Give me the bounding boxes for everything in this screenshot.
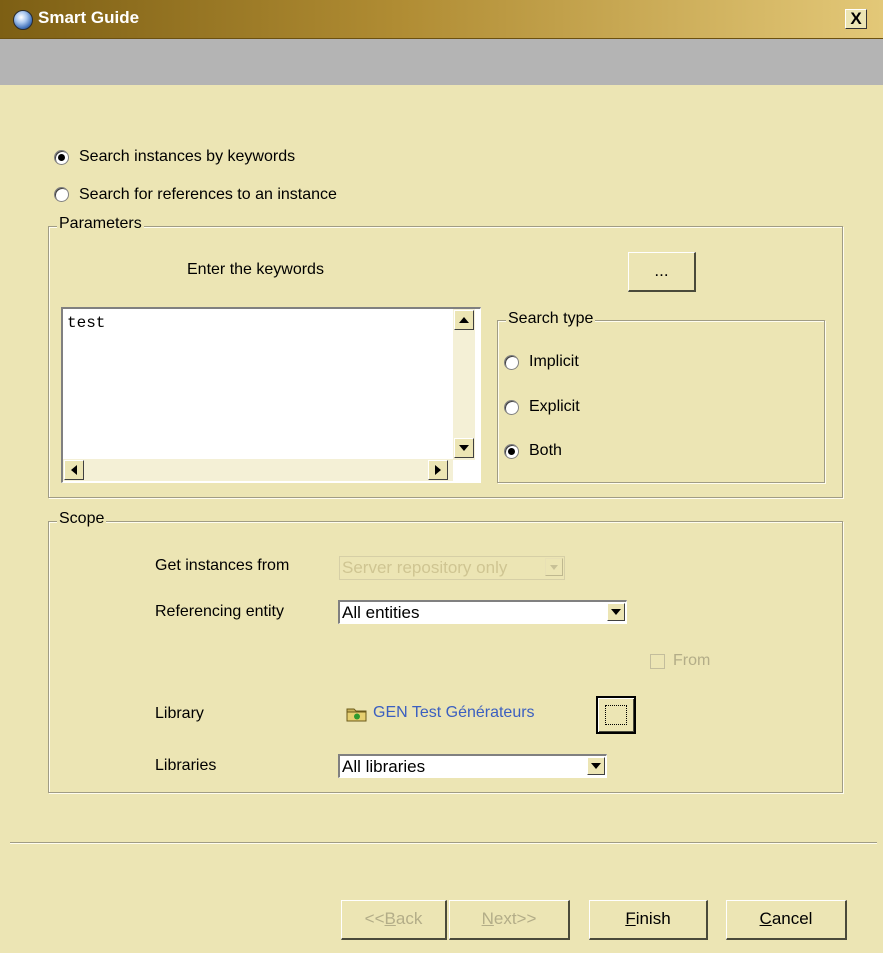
keywords-browse-button[interactable]: ... [628, 252, 696, 292]
get-instances-combo: Server repository only [339, 556, 565, 580]
combo-arrow-icon [545, 558, 563, 576]
scroll-down-button[interactable] [454, 438, 474, 458]
get-instances-label: Get instances from [155, 557, 290, 574]
radio-implicit[interactable] [504, 355, 519, 370]
library-link[interactable]: GEN Test Générateurs [373, 704, 535, 722]
next-rest: ext>> [493, 909, 537, 928]
radio-search-references[interactable] [54, 187, 69, 202]
finish-rest: inish [635, 909, 671, 928]
referencing-entity-combo[interactable]: All entities [338, 600, 627, 624]
arrow-down-icon [459, 445, 469, 451]
get-instances-value: Server repository only [342, 558, 508, 577]
window-title: Smart Guide [38, 8, 140, 27]
radio-both[interactable] [504, 444, 519, 459]
next-button[interactable]: Next>> [449, 900, 570, 940]
combo-arrow-icon[interactable] [587, 757, 605, 775]
library-browse-button[interactable] [596, 696, 636, 734]
footer-separator [10, 842, 877, 844]
close-button[interactable]: X [845, 9, 867, 29]
libraries-label: Libraries [155, 757, 217, 774]
libraries-value: All libraries [342, 757, 426, 776]
radio-search-keywords-label: Search instances by keywords [79, 148, 296, 165]
radio-explicit[interactable] [504, 400, 519, 415]
horizontal-scrollbar[interactable] [63, 459, 453, 481]
scope-legend: Scope [57, 510, 107, 528]
combo-arrow-icon[interactable] [607, 603, 625, 621]
referencing-entity-value: All entities [342, 603, 420, 622]
radio-explicit-label: Explicit [529, 398, 580, 415]
back-prefix: << [364, 909, 385, 928]
cancel-button[interactable]: Cancel [726, 900, 847, 940]
arrow-right-icon [435, 465, 441, 475]
back-rest: ack [395, 909, 423, 928]
from-label: From [673, 652, 711, 669]
radio-implicit-label: Implicit [529, 353, 579, 370]
app-globe-icon [13, 10, 33, 30]
keywords-textarea[interactable]: test [61, 307, 481, 483]
title-bar[interactable]: Smart Guide X [0, 0, 883, 39]
from-checkbox[interactable] [650, 654, 665, 669]
back-button[interactable]: <<Back [341, 900, 447, 940]
keywords-text[interactable]: test [67, 314, 105, 332]
scroll-right-button[interactable] [428, 460, 448, 480]
libraries-combo[interactable]: All libraries [338, 754, 607, 778]
finish-button[interactable]: Finish [589, 900, 708, 940]
finish-mnemonic: F [625, 909, 636, 928]
search-type-legend: Search type [506, 310, 596, 328]
keywords-label: Enter the keywords [187, 261, 324, 278]
library-label: Library [155, 705, 204, 722]
radio-search-references-label: Search for references to an instance [79, 186, 337, 203]
parameters-legend: Parameters [57, 215, 144, 233]
arrow-up-icon [459, 317, 469, 323]
referencing-entity-label: Referencing entity [155, 603, 284, 620]
next-mnemonic: N [481, 909, 494, 928]
cancel-rest: ancel [771, 909, 813, 928]
scroll-up-button[interactable] [454, 310, 474, 330]
scroll-left-button[interactable] [64, 460, 84, 480]
arrow-left-icon [71, 465, 77, 475]
radio-both-label: Both [529, 442, 562, 459]
folder-icon [346, 708, 367, 722]
focus-ring [605, 705, 627, 725]
radio-search-keywords[interactable] [54, 150, 69, 165]
cancel-mnemonic: C [759, 909, 772, 928]
header-band [0, 39, 883, 85]
back-mnemonic: B [384, 909, 396, 928]
